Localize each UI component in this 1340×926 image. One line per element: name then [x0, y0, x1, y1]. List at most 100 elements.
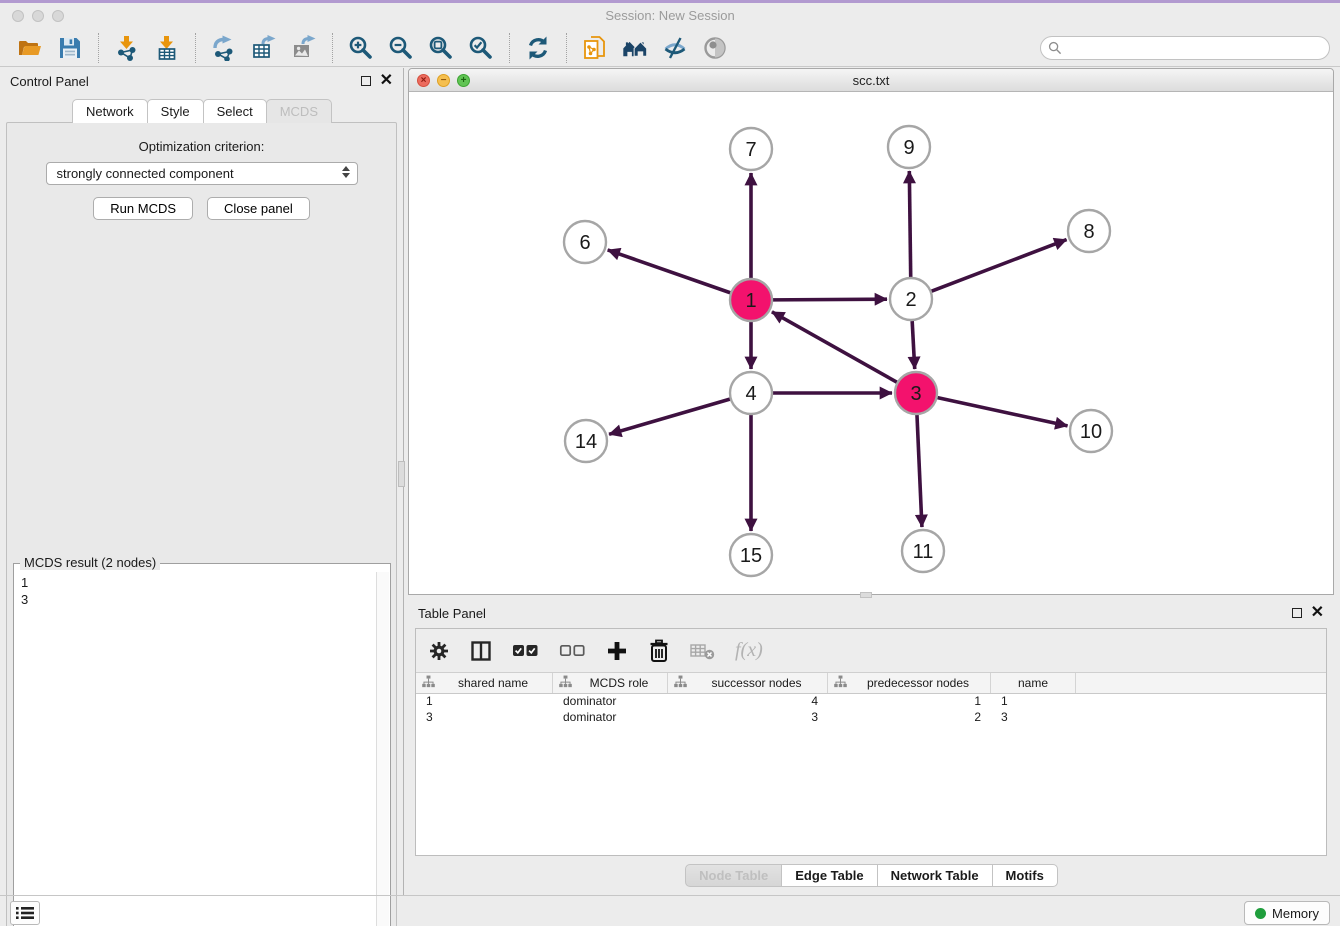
- column-header-successor-nodes[interactable]: successor nodes: [668, 673, 828, 693]
- tab-node-table[interactable]: Node Table: [685, 864, 782, 887]
- column-header-predecessor-nodes[interactable]: predecessor nodes: [828, 673, 991, 693]
- memory-status-icon: [1255, 908, 1266, 919]
- first-neighbors-icon[interactable]: [618, 33, 652, 63]
- close-table-panel-icon[interactable]: ✕: [1311, 608, 1324, 618]
- tab-select[interactable]: Select: [203, 99, 267, 123]
- graph-edge-1-2[interactable]: [773, 299, 887, 300]
- table-cell[interactable]: 4: [668, 694, 828, 710]
- svg-text:4: 4: [745, 383, 756, 405]
- graph-node-10[interactable]: 10: [1070, 410, 1112, 452]
- column-header-MCDS-role[interactable]: MCDS role: [553, 673, 668, 693]
- zoom-out-icon[interactable]: [384, 33, 418, 63]
- graph-node-15[interactable]: 15: [730, 534, 772, 576]
- float-table-panel-icon[interactable]: [1292, 608, 1302, 618]
- refresh-icon[interactable]: [521, 33, 555, 63]
- add-column-icon[interactable]: [606, 636, 628, 666]
- graph-edge-2-9[interactable]: [909, 171, 910, 277]
- delete-columns-icon[interactable]: [648, 636, 670, 666]
- network-canvas[interactable]: 7 9 6 8 1 2 4 3 14 10 15 11: [409, 92, 1333, 594]
- toolbar-separator: [332, 33, 333, 63]
- zoom-fit-icon[interactable]: [424, 33, 458, 63]
- export-image-icon[interactable]: [287, 33, 321, 63]
- export-network-icon[interactable]: [207, 33, 241, 63]
- graph-node-4[interactable]: 4: [730, 372, 772, 414]
- table-cell[interactable]: 1: [828, 694, 991, 710]
- column-settings-gear-icon[interactable]: [428, 636, 450, 666]
- graph-edge-3-1[interactable]: [772, 312, 897, 382]
- graph-node-2[interactable]: 2: [890, 278, 932, 320]
- control-panel-body: Optimization criterion: strongly connect…: [6, 122, 397, 926]
- graph-node-3[interactable]: 3: [895, 372, 937, 414]
- copy-network-icon[interactable]: [578, 33, 612, 63]
- task-history-button[interactable]: [10, 901, 40, 925]
- zoom-selected-icon[interactable]: [464, 33, 498, 63]
- tab-network[interactable]: Network: [72, 99, 148, 123]
- graph-edge-1-6[interactable]: [608, 250, 731, 293]
- zoom-in-icon[interactable]: [344, 33, 378, 63]
- table-header-row: shared nameMCDS rolesuccessor nodesprede…: [416, 673, 1326, 694]
- table-cell[interactable]: dominator: [553, 710, 668, 726]
- table-cell[interactable]: dominator: [553, 694, 668, 710]
- column-type-icon: [674, 675, 687, 691]
- run-mcds-button[interactable]: Run MCDS: [93, 197, 193, 220]
- column-header-shared-name[interactable]: shared name: [416, 673, 553, 693]
- svg-text:2: 2: [905, 289, 916, 311]
- open-file-icon[interactable]: [13, 33, 47, 63]
- table-cell[interactable]: 2: [828, 710, 991, 726]
- graph-node-7[interactable]: 7: [730, 128, 772, 170]
- graph-node-8[interactable]: 8: [1068, 210, 1110, 252]
- close-panel-button[interactable]: Close panel: [207, 197, 310, 220]
- toolbar-separator: [98, 33, 99, 63]
- network-minimize-icon[interactable]: −: [437, 74, 450, 87]
- table-cell[interactable]: 1: [991, 694, 1076, 710]
- import-table-icon[interactable]: [150, 33, 184, 63]
- table-cell[interactable]: 3: [416, 710, 553, 726]
- save-session-icon[interactable]: [53, 33, 87, 63]
- export-table-icon[interactable]: [247, 33, 281, 63]
- network-window-title: scc.txt: [409, 69, 1333, 88]
- graph-edge-3-11[interactable]: [917, 415, 922, 527]
- tab-edge-table[interactable]: Edge Table: [781, 864, 877, 887]
- control-panel-title: Control Panel: [10, 74, 89, 89]
- table-cell[interactable]: 3: [991, 710, 1076, 726]
- graph-node-14[interactable]: 14: [565, 420, 607, 462]
- graph-edge-2-3[interactable]: [912, 321, 915, 369]
- optimization-criterion-dropdown[interactable]: strongly connected component: [46, 162, 358, 185]
- search-input[interactable]: [1040, 36, 1330, 60]
- network-close-icon[interactable]: ×: [417, 74, 430, 87]
- graph-edge-3-10[interactable]: [937, 398, 1067, 426]
- network-maximize-icon[interactable]: +: [457, 74, 470, 87]
- graph-node-6[interactable]: 6: [564, 221, 606, 263]
- mcds-result-list[interactable]: 1 3: [15, 572, 376, 926]
- graph-edge-4-14[interactable]: [609, 399, 730, 434]
- tab-motifs[interactable]: Motifs: [992, 864, 1058, 887]
- graph-node-1[interactable]: 1: [730, 279, 772, 321]
- result-scrollbar[interactable]: [376, 572, 389, 926]
- tab-mcds[interactable]: MCDS: [266, 99, 332, 123]
- memory-button[interactable]: Memory: [1244, 901, 1330, 925]
- import-network-icon[interactable]: [110, 33, 144, 63]
- column-header-name[interactable]: name: [991, 673, 1076, 693]
- graph-node-11[interactable]: 11: [902, 530, 944, 572]
- app-title: Session: New Session: [0, 8, 1340, 23]
- table-cell[interactable]: 1: [416, 694, 553, 710]
- network-view-window: × − + scc.txt 7 9 6 8 1 2 4 3 14 10 15 11: [408, 68, 1334, 595]
- float-panel-icon[interactable]: [361, 76, 371, 86]
- close-panel-icon[interactable]: ✕: [380, 76, 393, 86]
- panel-splitter-grip[interactable]: [398, 461, 405, 487]
- hide-selected-icon[interactable]: [658, 33, 692, 63]
- tab-style[interactable]: Style: [147, 99, 204, 123]
- select-all-checkboxes-icon[interactable]: [512, 636, 539, 666]
- table-row[interactable]: 3dominator323: [416, 710, 1326, 726]
- table-toolbar: f(x): [416, 629, 1326, 673]
- tab-network-table[interactable]: Network Table: [877, 864, 993, 887]
- main-toolbar: [0, 29, 1340, 67]
- split-columns-icon[interactable]: [470, 636, 492, 666]
- deselect-all-checkboxes-icon[interactable]: [559, 636, 586, 666]
- table-row[interactable]: 1dominator411: [416, 694, 1326, 710]
- table-cell[interactable]: 3: [668, 710, 828, 726]
- node-table-container: f(x) shared nameMCDS rolesuccessor nodes…: [415, 628, 1327, 856]
- horizontal-splitter-grip[interactable]: [860, 592, 872, 598]
- graph-node-9[interactable]: 9: [888, 126, 930, 168]
- graph-edge-2-8[interactable]: [932, 240, 1067, 292]
